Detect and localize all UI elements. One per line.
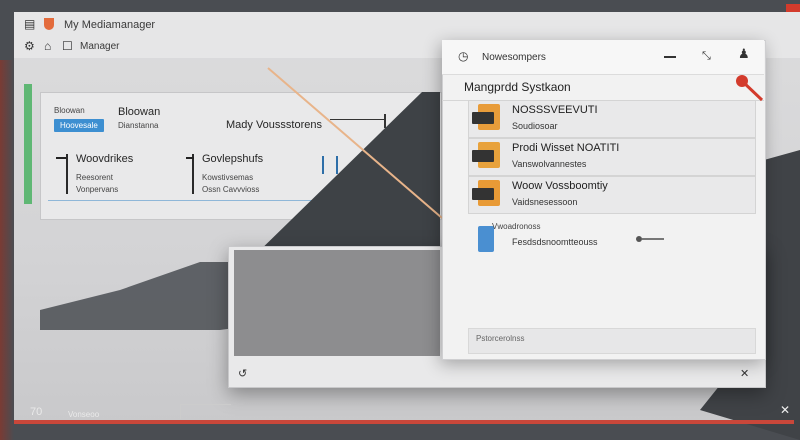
tray-icon (472, 188, 494, 200)
tray-icon (472, 150, 494, 162)
card-subtitle: Vanswolvannestes (512, 159, 587, 169)
tray-icon (472, 112, 494, 124)
dialog-header-label: Nowesompers (482, 52, 546, 63)
card-title: Prodi Wisset NOATITI (512, 142, 620, 154)
bottom-tab[interactable] (180, 404, 231, 419)
bottom-accent (14, 420, 794, 424)
bottom-label: Vonseoo (68, 410, 100, 419)
pin-icon[interactable]: ✕ (740, 368, 749, 380)
card-title: Woow Vossboomtiy (512, 180, 608, 192)
history-icon[interactable]: ◷ (458, 50, 468, 62)
close-icon[interactable]: ✕ (780, 404, 790, 416)
card-subtitle: Soudiosoar (512, 121, 558, 131)
row-title: Vwoadronoss (492, 222, 541, 231)
card-title: NOSSSVEEVUTI (512, 104, 598, 116)
minimize-icon[interactable] (664, 56, 676, 58)
toggle-track[interactable] (642, 238, 664, 240)
bottom-count: 70 (30, 406, 43, 418)
preview-area (234, 250, 440, 356)
footer-text: Pstorcerolnss (476, 334, 525, 343)
card-subtitle: Vaidsnesessoon (512, 197, 578, 207)
dialog-title: Mangprdd Systkaon (464, 80, 571, 94)
expand-icon[interactable]: ⤡ (702, 50, 711, 62)
row-subtitle: Fesdsdsnoomtteouss (512, 237, 598, 247)
user-icon[interactable]: ♟ (738, 47, 750, 60)
undo-icon[interactable]: ↺ (238, 368, 247, 380)
dark-wedge (248, 92, 440, 262)
